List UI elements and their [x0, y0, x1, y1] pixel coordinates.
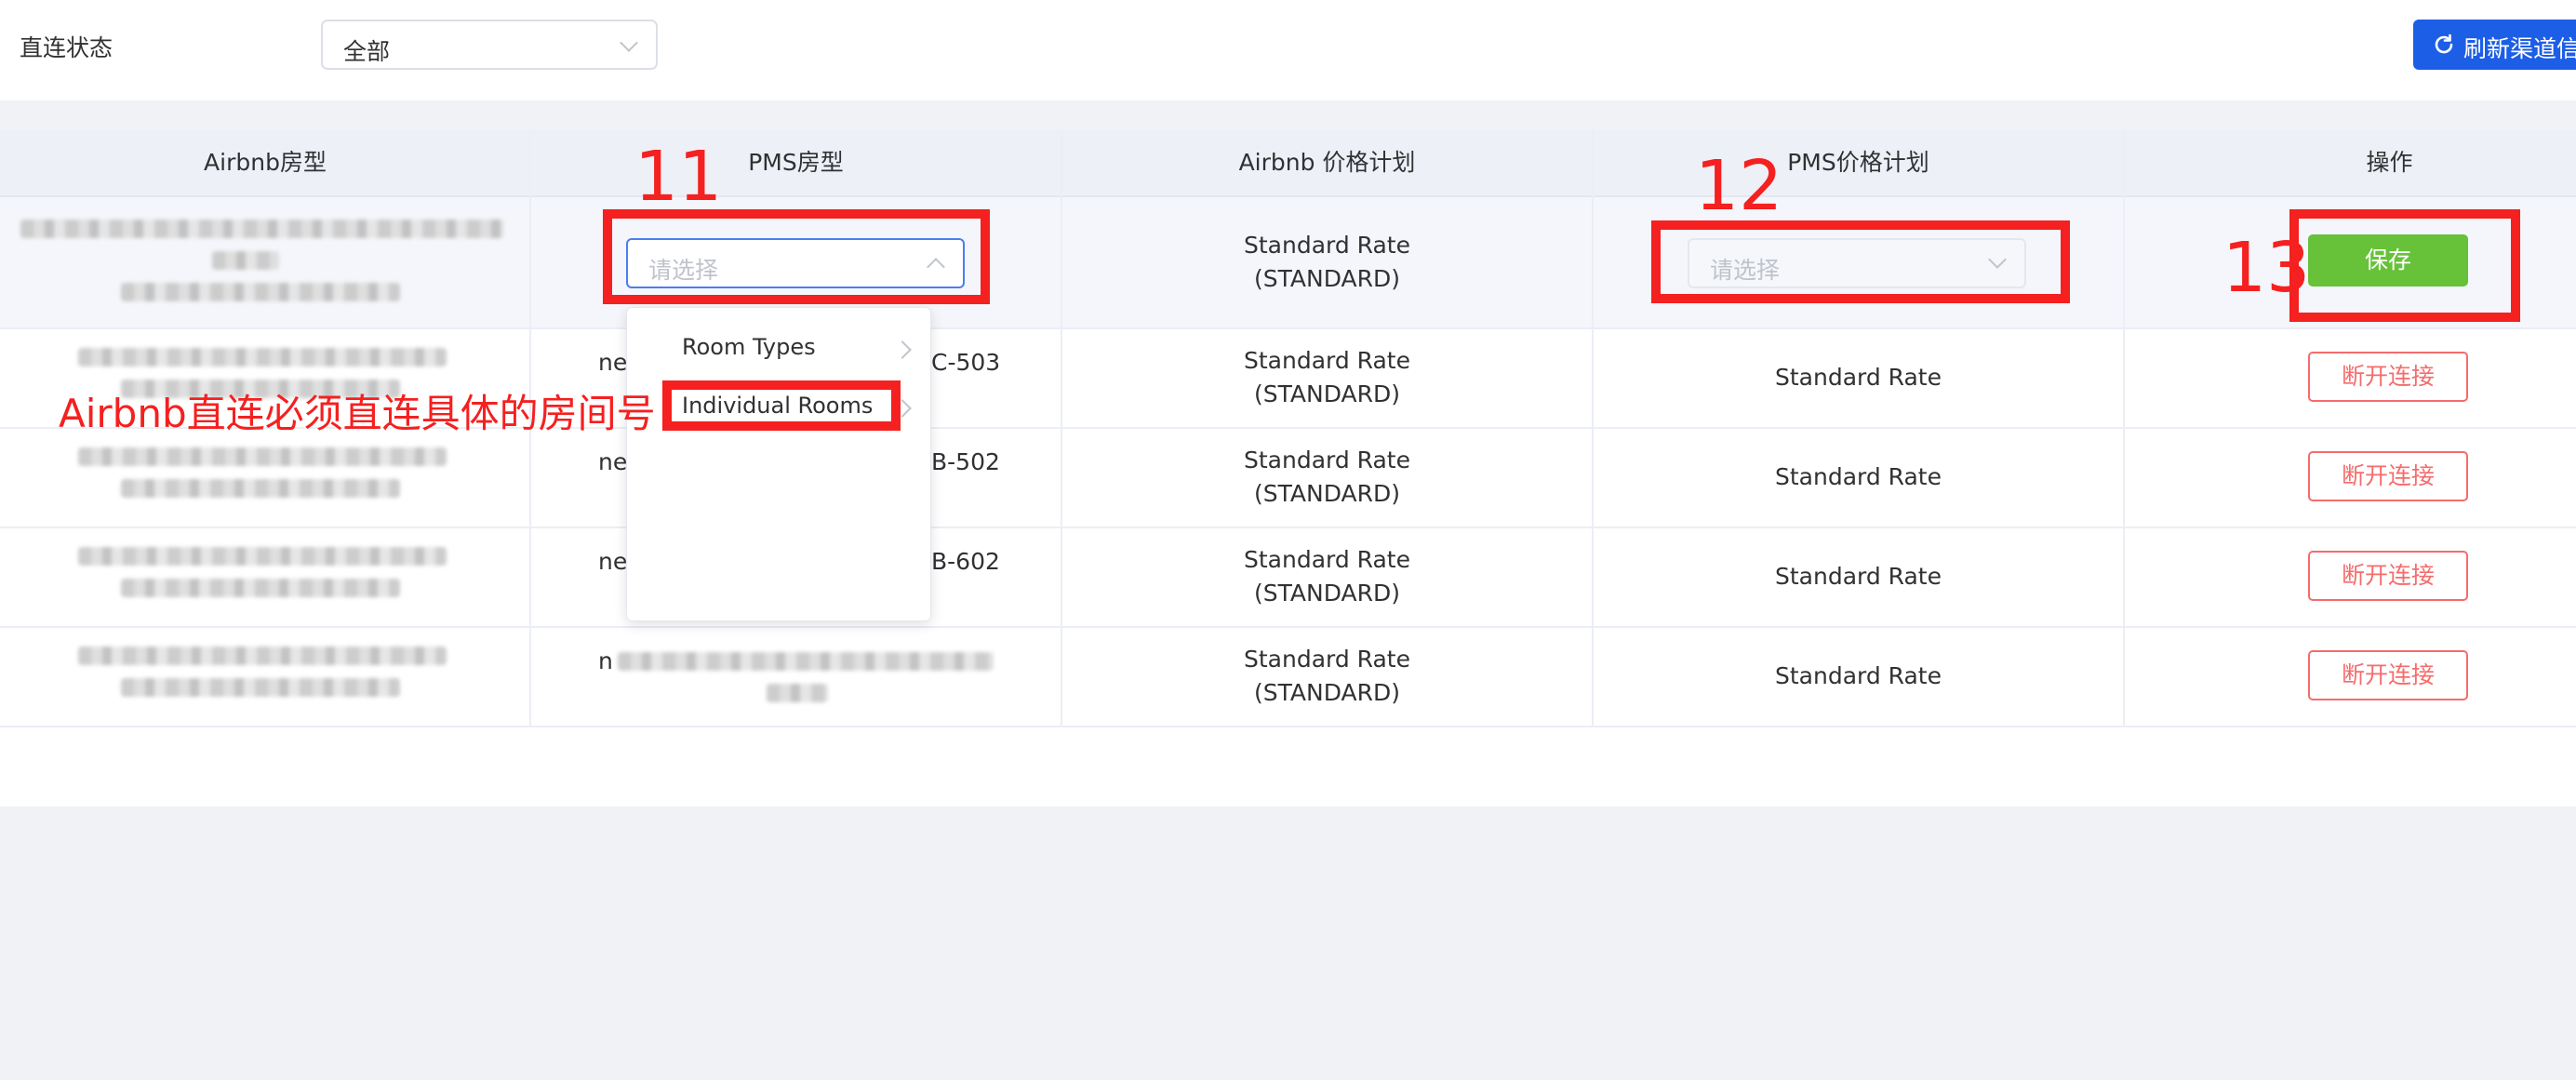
airbnb-room-name	[78, 348, 447, 367]
airbnb-room-name	[121, 479, 400, 498]
airbnb-room-name	[121, 579, 400, 597]
column-divider	[1061, 130, 1062, 727]
airbnb-rate-code: (STANDARD)	[1253, 265, 1401, 292]
annotation-box-12	[1651, 220, 2070, 303]
table-header: Airbnb房型 PMS房型 Airbnb 价格计划 PMS价格计划 操作	[0, 130, 2576, 197]
airbnb-rate-code: (STANDARD)	[1253, 679, 1401, 706]
pms-room-name	[618, 652, 994, 671]
col-pms-room: PMS房型	[748, 149, 844, 176]
chevron-down-icon	[620, 33, 638, 52]
airbnb-rate-code: (STANDARD)	[1253, 480, 1401, 507]
airbnb-room-name	[78, 447, 447, 466]
annotation-note: Airbnb直连必须直连具体的房间号	[59, 391, 656, 436]
annotation-box-11	[603, 209, 990, 304]
airbnb-rate-cell: Standard Rate (STANDARD)	[1061, 643, 1593, 710]
col-airbnb-rate: Airbnb 价格计划	[1238, 149, 1416, 176]
pms-room-suffix: B-602	[931, 548, 1000, 575]
menu-item-label: Room Types	[682, 334, 816, 360]
annotation-box-13	[2289, 209, 2520, 322]
pms-rate-cell: Standard Rate	[1774, 662, 1942, 689]
refresh-channel-label: 刷新渠道信	[2463, 35, 2576, 62]
airbnb-rate-code: (STANDARD)	[1253, 580, 1401, 607]
status-filter-value: 全部	[343, 38, 391, 65]
chevron-right-icon	[893, 340, 912, 359]
column-divider	[2123, 130, 2125, 727]
airbnb-rate-name: Standard Rate	[1243, 232, 1410, 259]
airbnb-room-name	[78, 547, 447, 566]
disconnect-button[interactable]: 断开连接	[2308, 551, 2468, 601]
airbnb-rate-name: Standard Rate	[1243, 646, 1410, 673]
airbnb-rate-name: Standard Rate	[1243, 447, 1410, 473]
airbnb-rate-cell: Standard Rate (STANDARD)	[1061, 543, 1593, 610]
pms-room-cascader-menu: Room Types Individual Rooms	[626, 307, 931, 621]
airbnb-rate-code: (STANDARD)	[1253, 380, 1401, 407]
airbnb-room-name	[121, 678, 400, 697]
airbnb-rate-cell: Standard Rate (STANDARD)	[1061, 229, 1593, 296]
airbnb-room-name	[78, 647, 447, 665]
airbnb-rate-cell: Standard Rate (STANDARD)	[1061, 444, 1593, 511]
annotation-number-13: 13	[2222, 228, 2311, 308]
pms-room-suffix: B-502	[931, 448, 1000, 475]
disconnect-button[interactable]: 断开连接	[2308, 352, 2468, 402]
pms-room-name	[767, 684, 828, 702]
pms-room-prefix: n	[598, 647, 613, 674]
airbnb-rate-cell: Standard Rate (STANDARD)	[1061, 344, 1593, 411]
col-pms-rate: PMS价格计划	[1787, 149, 1929, 176]
airbnb-rate-name: Standard Rate	[1243, 546, 1410, 573]
airbnb-room-name	[121, 283, 400, 301]
pms-rate-cell: Standard Rate	[1774, 563, 1942, 590]
mapping-table: Airbnb房型 PMS房型 Airbnb 价格计划 PMS价格计划 操作 请选…	[0, 130, 2576, 807]
annotation-number-12: 12	[1695, 146, 1783, 226]
pms-room-suffix: C-503	[931, 349, 1001, 376]
table-row: n Standard Rate (STANDARD) Standard Rate…	[0, 628, 2576, 727]
disconnect-button[interactable]: 断开连接	[2308, 451, 2468, 501]
refresh-icon	[2435, 33, 2453, 54]
refresh-channel-button[interactable]: 刷新渠道信	[2413, 20, 2576, 70]
airbnb-room-name	[212, 251, 279, 270]
filter-status-label: 直连状态	[20, 34, 113, 61]
table-row: nes B-602 Standard Rate (STANDARD) Stand…	[0, 528, 2576, 628]
table-row-editing: 请选择 Standard Rate (STANDARD) 请选择 保存	[0, 197, 2576, 329]
menu-item-room-types[interactable]: Room Types	[682, 334, 816, 360]
filter-bar: 直连状态 全部 刷新渠道信	[0, 0, 2576, 100]
annotation-box-individual-rooms	[662, 380, 901, 431]
table-row: nes B-502 Standard Rate (STANDARD) Stand…	[0, 429, 2576, 528]
airbnb-room-name	[20, 220, 504, 238]
annotation-number-11: 11	[634, 137, 723, 217]
pms-rate-cell: Standard Rate	[1774, 463, 1942, 490]
pms-rate-cell: Standard Rate	[1774, 364, 1942, 391]
col-airbnb-room: Airbnb房型	[204, 149, 327, 176]
status-filter-select[interactable]: 全部	[321, 20, 658, 70]
disconnect-button[interactable]: 断开连接	[2308, 650, 2468, 700]
airbnb-rate-name: Standard Rate	[1243, 347, 1410, 374]
column-divider	[1592, 130, 1594, 727]
col-actions: 操作	[2366, 149, 2413, 176]
